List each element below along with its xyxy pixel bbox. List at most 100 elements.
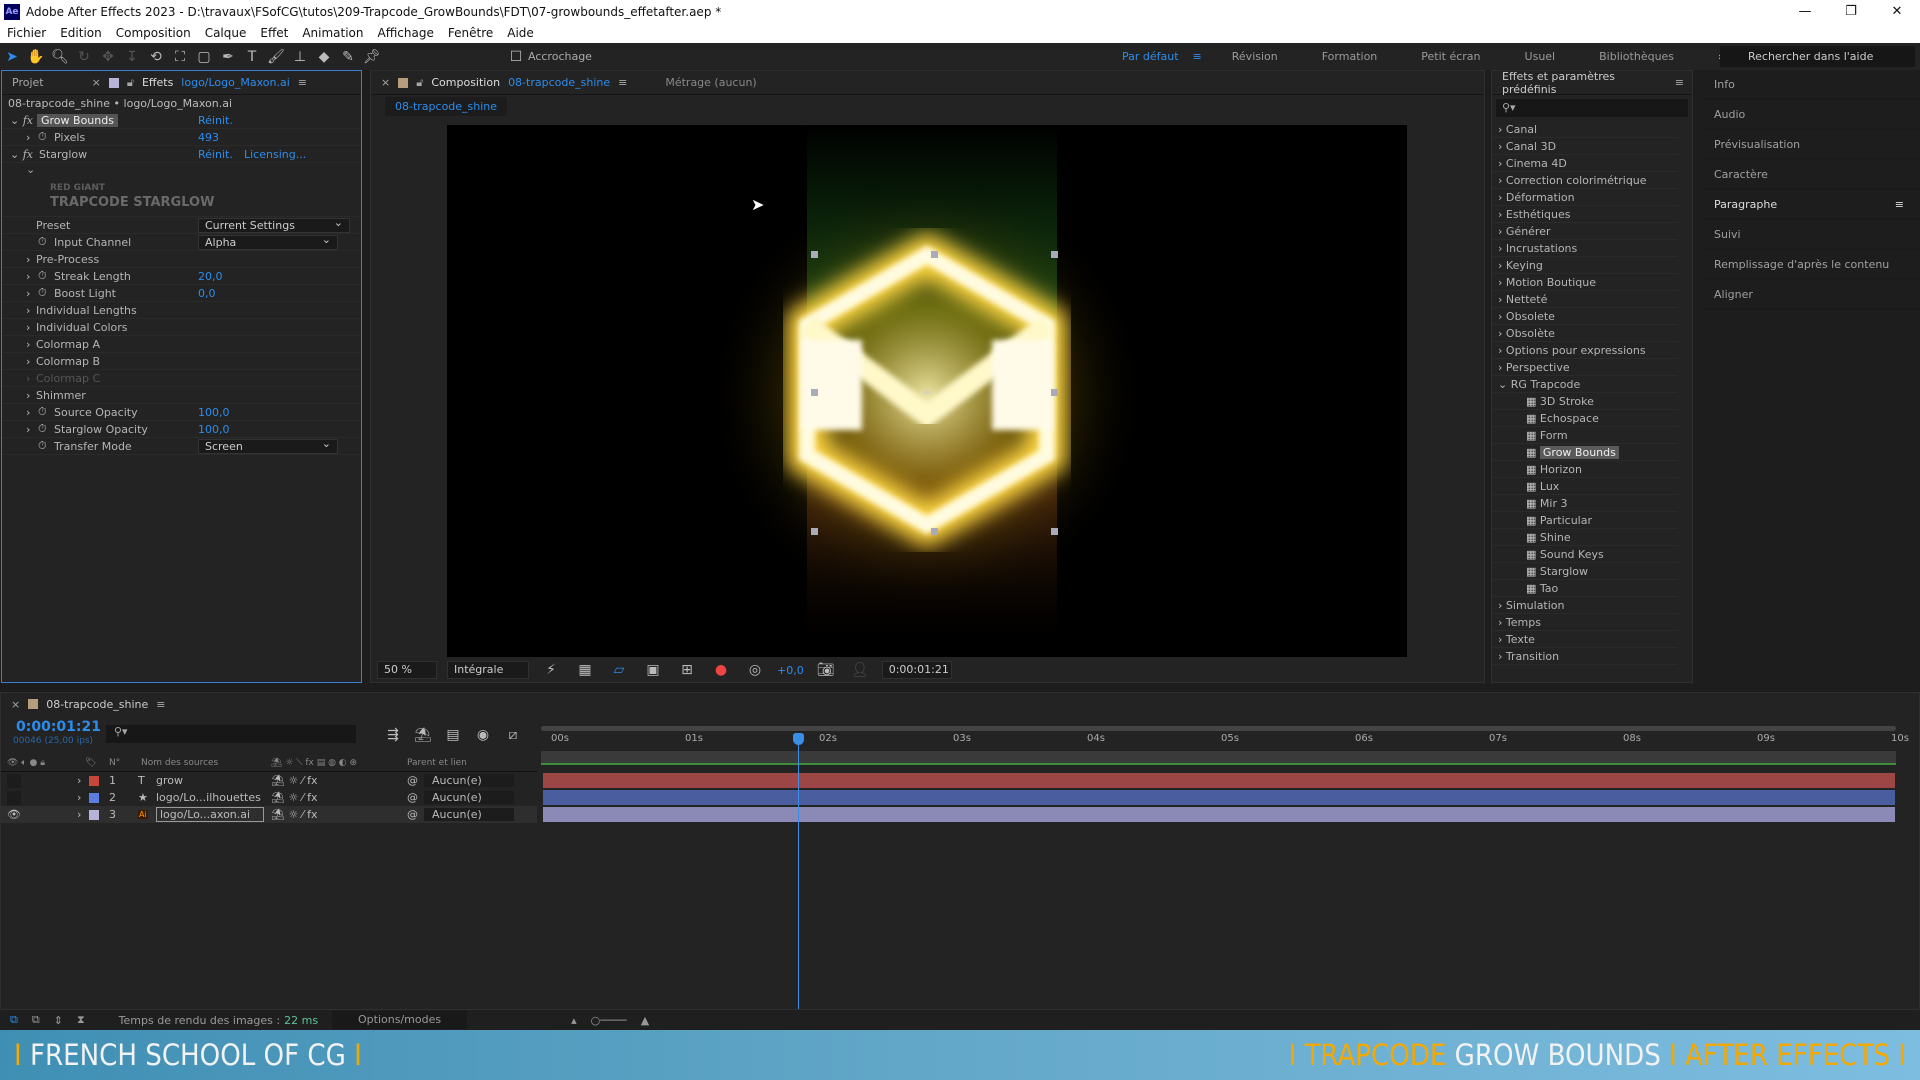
panel-audio[interactable]: Audio [1700, 100, 1920, 130]
rectangle-tool-icon[interactable]: ▢ [192, 47, 216, 67]
preset-category[interactable]: › Obsolete [1492, 308, 1678, 325]
workspace-tab[interactable]: Par défaut [1100, 50, 1185, 63]
panel-menu-icon[interactable]: ≡ [298, 76, 307, 89]
region-of-interest-icon[interactable]: ▣ [641, 660, 665, 680]
text-tool-icon[interactable]: T [240, 47, 264, 67]
dolly-tool-icon[interactable]: ↧ [120, 47, 144, 67]
param-dropdown[interactable]: Alpha [198, 233, 338, 250]
panel-suivi[interactable]: Suivi [1700, 220, 1920, 250]
transfer-toggle-icon[interactable]: ⇕ [54, 1014, 63, 1027]
preset-category[interactable]: › Motion Boutique [1492, 274, 1678, 291]
preset-effect-item[interactable]: ▦ Shine [1492, 529, 1678, 546]
panel-remplissage-d-apr-s-le-contenu[interactable]: Remplissage d'après le contenu [1700, 250, 1920, 280]
preset-category[interactable]: › Keying [1492, 257, 1678, 274]
anchor-tool-icon[interactable]: ⛶ [168, 47, 192, 67]
frame-blending-icon[interactable]: ▤ [441, 725, 465, 745]
expand-arrow-icon[interactable]: › [26, 131, 30, 144]
effect-starglow[interactable]: ⌄ fx Starglow Réinit. Licensing... [2, 146, 361, 163]
lock-icon[interactable]: 🔓︎ [127, 76, 134, 90]
licensing-link[interactable]: Licensing... [244, 148, 306, 161]
orbit-tool-icon[interactable]: ↻ [72, 47, 96, 67]
layer-name[interactable]: logo/Lo...ilhouettes [156, 791, 261, 804]
visibility-toggle[interactable] [7, 773, 21, 788]
lock-icon[interactable]: 🔓︎ [416, 76, 423, 90]
preset-effect-item[interactable]: ▦ Sound Keys [1492, 546, 1678, 563]
zoom-dropdown[interactable]: 50 % [377, 661, 437, 679]
rotate-tool-icon[interactable]: ⟲ [144, 47, 168, 67]
graph-editor-icon[interactable]: ⧄ [501, 725, 525, 745]
tab-composition[interactable]: Composition [431, 76, 500, 89]
col-source-name[interactable]: Nom des sources [141, 758, 218, 768]
timeline-comp-tab[interactable]: 08-trapcode_shine [46, 698, 148, 711]
preset-category[interactable]: › Correction colorimétrique [1492, 172, 1678, 189]
close-icon[interactable]: × [92, 76, 101, 89]
workspace-tab[interactable]: Usuel [1503, 50, 1578, 63]
close-button[interactable]: ✕ [1874, 0, 1920, 23]
tab-effects[interactable]: Effets [142, 76, 173, 89]
comp-name[interactable]: 08-trapcode_shine [508, 76, 610, 89]
layer-name[interactable]: logo/Lo...axon.ai [156, 807, 264, 822]
panel-menu-icon[interactable]: ≡ [1675, 76, 1684, 89]
reset-link[interactable]: Réinit. [198, 148, 233, 161]
preset-effect-item[interactable]: ▦ Tao [1492, 580, 1678, 597]
mask-path-icon[interactable]: ▱ [607, 660, 631, 680]
expand-arrow-icon[interactable]: › [26, 304, 30, 317]
param-value[interactable]: 20,0 [198, 270, 223, 283]
switches-toggle-icon[interactable]: ⧉ [32, 1013, 40, 1027]
preset-effect-item[interactable]: ▦ 3D Stroke [1492, 393, 1678, 410]
panel-menu-icon[interactable]: ≡ [618, 76, 627, 89]
panel-aligner[interactable]: Aligner [1700, 280, 1920, 310]
label-color-swatch[interactable] [89, 809, 99, 820]
exposure-value[interactable]: +0,0 [777, 664, 804, 677]
workspace-tab[interactable]: Bibliothèques [1577, 50, 1696, 63]
presets-search-input[interactable]: ⚲▾ [1496, 99, 1688, 117]
effects-layer-name[interactable]: logo/Logo_Maxon.ai [181, 76, 289, 89]
parent-dropdown[interactable]: Aucun(e) [424, 774, 514, 787]
color-channels-icon[interactable]: ● [709, 660, 733, 680]
layer-duration-bar[interactable] [543, 773, 1895, 788]
playhead[interactable] [792, 733, 804, 1009]
expand-arrow-icon[interactable]: › [26, 321, 30, 334]
minimize-button[interactable]: — [1782, 0, 1828, 23]
expand-arrow-icon[interactable]: › [26, 270, 30, 283]
layer-duration-bar[interactable] [543, 790, 1895, 805]
zoom-tool-icon[interactable]: 🔍︎ [48, 47, 72, 67]
expand-arrow-icon[interactable]: › [26, 389, 30, 402]
reset-link[interactable]: Réinit. [198, 114, 233, 127]
stopwatch-icon[interactable]: ⏱ [38, 286, 47, 300]
pan-tool-icon[interactable]: ✥ [96, 47, 120, 67]
panel-menu-icon[interactable]: ≡ [156, 698, 165, 711]
expand-arrow-icon[interactable]: › [77, 808, 81, 821]
visibility-toggle[interactable] [7, 790, 21, 805]
expand-arrow-icon[interactable]: › [77, 791, 81, 804]
pickwhip-icon[interactable]: @ [407, 808, 418, 821]
preset-category[interactable]: › Incrustations [1492, 240, 1678, 257]
preset-category[interactable]: › Cinema 4D [1492, 155, 1678, 172]
roto-brush-icon[interactable]: ✎ [336, 47, 360, 67]
menu-edition[interactable]: Edition [53, 26, 109, 40]
preset-effect-item[interactable]: ▦ Form [1492, 427, 1678, 444]
preset-category[interactable]: › Texte [1492, 631, 1678, 648]
layer-duration-bar[interactable] [543, 807, 1895, 822]
layer-switches[interactable]: ⛱ ☼ ⁄ fx [271, 808, 318, 821]
preset-effect-item[interactable]: ▦ Grow Bounds [1492, 444, 1678, 461]
tab-project[interactable]: Projet [12, 76, 44, 89]
menu-animation[interactable]: Animation [295, 26, 370, 40]
layer-switches[interactable]: ⛱ ☼ ⁄ fx [271, 791, 318, 804]
hand-tool-icon[interactable]: ✋ [24, 47, 48, 67]
expand-arrow-icon[interactable]: › [26, 406, 30, 419]
expand-arrow-icon[interactable]: › [26, 423, 30, 436]
timeline-zoom-slider[interactable]: ○──── [591, 1014, 627, 1027]
preset-effect-item[interactable]: ▦ Horizon [1492, 461, 1678, 478]
workspace-tab[interactable]: Formation [1300, 50, 1400, 63]
layer-row[interactable]: 👁︎ › 3 Ai logo/Lo...axon.ai ⛱ ☼ ⁄ fx @ Aucun(e) [1, 806, 537, 823]
transparency-grid-icon[interactable]: ▦ [573, 660, 597, 680]
layer-toggle-icon[interactable]: ⧉ [10, 1013, 18, 1027]
expand-arrow-icon[interactable]: › [26, 372, 30, 385]
expand-arrow-icon[interactable]: › [26, 338, 30, 351]
menu-fenêtre[interactable]: Fenêtre [441, 26, 500, 40]
preset-category[interactable]: › Transition [1492, 648, 1678, 665]
preset-effect-item[interactable]: ▦ Lux [1492, 478, 1678, 495]
snapshot-icon[interactable]: 📷︎ [814, 660, 838, 680]
composition-flowchart-icon[interactable]: ⇶ [381, 725, 405, 745]
